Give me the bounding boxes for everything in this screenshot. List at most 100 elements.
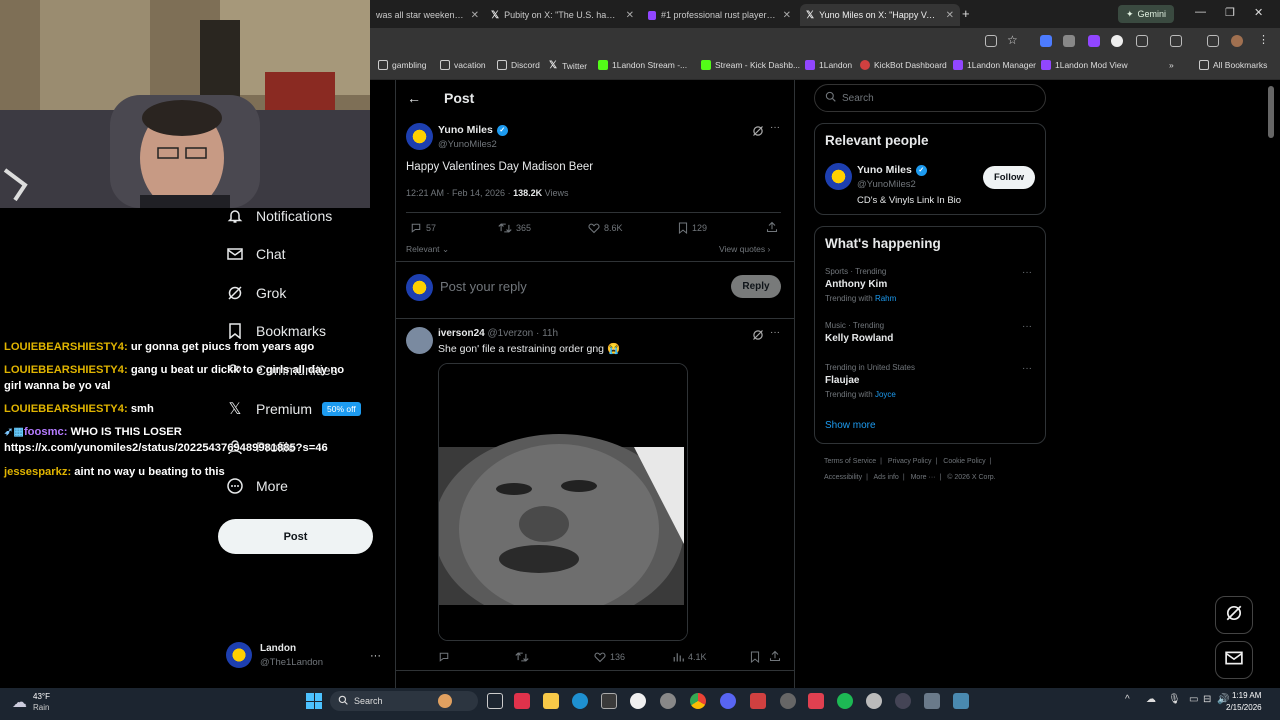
- author-avatar[interactable]: [406, 123, 433, 150]
- taskbar-search[interactable]: Search: [330, 691, 478, 711]
- search-input[interactable]: Search: [814, 84, 1046, 112]
- trend-item[interactable]: Trending in United States Flaujae Trendi…: [825, 363, 915, 399]
- app-icon[interactable]: [924, 693, 940, 709]
- extensions-puzzle-icon[interactable]: [1136, 35, 1148, 47]
- reply-reply-action[interactable]: [438, 651, 454, 663]
- person-name[interactable]: Yuno Miles ✓: [857, 164, 927, 176]
- author-name[interactable]: Yuno Miles ✓: [438, 124, 508, 136]
- app-icon[interactable]: [750, 693, 766, 709]
- spotify-icon[interactable]: [837, 693, 853, 709]
- file-explorer-icon[interactable]: [543, 693, 559, 709]
- nav-grok[interactable]: Grok: [226, 284, 286, 302]
- tray-chevron-icon[interactable]: ^: [1125, 694, 1130, 705]
- reply-like-action[interactable]: 136: [594, 651, 625, 663]
- account-avatar[interactable]: [226, 642, 252, 668]
- post-button[interactable]: Post: [218, 519, 373, 554]
- view-quotes-link[interactable]: View quotes ›: [719, 244, 770, 254]
- star-icon[interactable]: ☆: [1007, 33, 1018, 47]
- close-icon[interactable]: ✕: [946, 10, 954, 21]
- footer-link[interactable]: Terms of Service: [824, 458, 876, 465]
- store-icon[interactable]: [601, 693, 617, 709]
- browser-tab-active[interactable]: 𝕏 Yuno Miles on X: "Happy Valen... ✕: [800, 4, 960, 26]
- post-more-icon[interactable]: ···: [770, 122, 780, 133]
- app-icon[interactable]: [895, 693, 911, 709]
- install-app-icon[interactable]: [985, 35, 997, 47]
- trend-more-icon[interactable]: ···: [1022, 321, 1032, 332]
- post-time[interactable]: 12:21 AM · Feb 14, 2026 ·: [406, 188, 513, 198]
- reply-author-avatar[interactable]: [406, 327, 433, 354]
- bookmark-item[interactable]: gambling: [378, 60, 427, 70]
- windows-start-icon[interactable]: [306, 693, 322, 709]
- share-icon[interactable]: [766, 221, 782, 233]
- reply-input[interactable]: Post your reply: [440, 279, 527, 294]
- bookmark-item[interactable]: 𝕏 Twitter: [549, 60, 587, 71]
- all-bookmarks[interactable]: All Bookmarks: [1199, 60, 1267, 70]
- person-avatar[interactable]: [825, 163, 852, 190]
- bookmark-item[interactable]: 1Landon Manager: [953, 60, 1036, 70]
- bookmark-item[interactable]: 1Landon Stream -...: [598, 60, 687, 70]
- reply-views-action[interactable]: 4.1K: [672, 651, 707, 663]
- close-icon[interactable]: ✕: [783, 10, 791, 21]
- show-more-link[interactable]: Show more: [825, 420, 876, 431]
- trend-with-link[interactable]: Rahm: [875, 294, 896, 303]
- footer-link[interactable]: Privacy Policy: [888, 458, 932, 465]
- downloads-icon[interactable]: [1207, 35, 1219, 47]
- grok-explain-icon[interactable]: [752, 328, 764, 346]
- reply-bookmark-icon[interactable]: [750, 651, 764, 663]
- gemini-button[interactable]: ✦ Gemini: [1118, 5, 1175, 23]
- weather-icon[interactable]: ☁: [12, 693, 27, 711]
- trend-item[interactable]: Sports · Trending Anthony Kim Trending w…: [825, 267, 896, 303]
- app-icon[interactable]: [808, 693, 824, 709]
- like-action[interactable]: 8.6K: [588, 222, 623, 234]
- reply-share-icon[interactable]: [769, 650, 785, 662]
- nav-bookmarks[interactable]: Bookmarks: [226, 322, 326, 340]
- person-handle[interactable]: @YunoMiles2: [857, 179, 916, 190]
- twitch-extension-icon[interactable]: [1088, 35, 1100, 47]
- scrollbar-thumb[interactable]: [1268, 86, 1274, 138]
- task-view-icon[interactable]: [487, 693, 503, 709]
- more-bookmarks-icon[interactable]: »: [1169, 60, 1174, 70]
- edge-icon[interactable]: [572, 693, 588, 709]
- clock-time[interactable]: 1:19 AM: [1232, 691, 1261, 700]
- bookmark-item[interactable]: vacation: [440, 60, 486, 70]
- close-window-icon[interactable]: ✕: [1254, 6, 1263, 19]
- extension-icon[interactable]: [1040, 35, 1052, 47]
- bookmark-item[interactable]: 1Landon Mod View: [1041, 60, 1128, 70]
- repost-action[interactable]: 365: [498, 222, 531, 234]
- footer-link[interactable]: Cookie Policy: [943, 458, 985, 465]
- reply-repost-action[interactable]: [515, 651, 533, 663]
- trend-with-link[interactable]: Joyce: [875, 390, 896, 399]
- follow-button[interactable]: Follow: [983, 166, 1035, 189]
- trend-more-icon[interactable]: ···: [1022, 363, 1032, 374]
- extension-icon[interactable]: [1111, 35, 1123, 47]
- trend-more-icon[interactable]: ···: [1022, 267, 1032, 278]
- reply-button[interactable]: Reply: [731, 275, 781, 298]
- grok-explain-icon[interactable]: [752, 124, 764, 142]
- discord-icon[interactable]: [720, 693, 736, 709]
- reply-media[interactable]: [438, 363, 688, 641]
- network-icon[interactable]: ⊟: [1203, 694, 1211, 705]
- bookmark-item[interactable]: Discord: [497, 60, 540, 70]
- reply-action[interactable]: 57: [410, 222, 436, 234]
- browser-tab[interactable]: was all star weekend 20... ✕: [370, 4, 485, 26]
- bookmark-item[interactable]: Stream - Kick Dashb...: [701, 60, 800, 70]
- nav-notifications[interactable]: Notifications: [226, 207, 332, 225]
- clock-date[interactable]: 2/15/2026: [1226, 703, 1262, 712]
- menu-icon[interactable]: ⋮: [1258, 33, 1269, 46]
- maximize-icon[interactable]: ❐: [1225, 6, 1235, 19]
- browser-tab[interactable]: #1 professional rust player + m... ✕: [642, 4, 797, 26]
- bookmark-item[interactable]: 1Landon: [805, 60, 852, 70]
- new-tab-button[interactable]: +: [962, 6, 970, 21]
- trend-item[interactable]: Music · Trending Kelly Rowland: [825, 321, 893, 344]
- app-icon[interactable]: [780, 693, 796, 709]
- app-icon[interactable]: [953, 693, 969, 709]
- messages-fab[interactable]: [1215, 641, 1253, 679]
- minimize-icon[interactable]: —: [1195, 6, 1206, 18]
- profile-avatar-icon[interactable]: [1231, 35, 1243, 47]
- footer-link[interactable]: More ···: [911, 474, 936, 481]
- bookmark-item[interactable]: KickBot Dashboard: [860, 60, 947, 70]
- sort-relevant-dropdown[interactable]: Relevant ⌄: [406, 244, 449, 255]
- close-icon[interactable]: ✕: [471, 10, 479, 21]
- app-icon[interactable]: [630, 693, 646, 709]
- bookmark-action[interactable]: 129: [678, 222, 707, 234]
